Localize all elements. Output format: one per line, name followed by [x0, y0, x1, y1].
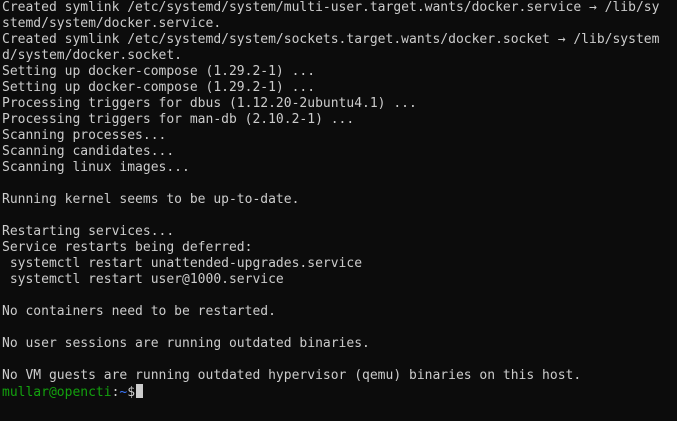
output-line: d/system/docker.socket.	[2, 48, 183, 63]
output-line: Scanning processes...	[2, 128, 167, 143]
output-line: No containers need to be restarted.	[2, 304, 276, 319]
output-line: Created symlink /etc/systemd/system/sock…	[2, 32, 660, 47]
output-line: systemctl restart unattended-upgrades.se…	[2, 256, 363, 271]
prompt-user-host: mullar@opencti	[2, 385, 112, 400]
output-line: Setting up docker-compose (1.29.2-1) ...	[2, 64, 316, 79]
output-line: No VM guests are running outdated hyperv…	[2, 368, 582, 383]
output-line: stemd/system/docker.service.	[2, 16, 222, 31]
terminal-output: Created symlink /etc/systemd/system/mult…	[2, 0, 677, 384]
output-line: Running kernel seems to be up-to-date.	[2, 192, 300, 207]
output-line: Scanning candidates...	[2, 144, 175, 159]
output-line: Created symlink /etc/systemd/system/mult…	[2, 0, 660, 15]
output-line: Processing triggers for dbus (1.12.20-2u…	[2, 96, 417, 111]
text-cursor	[136, 384, 144, 398]
terminal-window[interactable]: Created symlink /etc/systemd/system/mult…	[0, 0, 677, 421]
output-line: Service restarts being deferred:	[2, 240, 253, 255]
prompt-symbol: $	[127, 385, 136, 400]
output-line: Setting up docker-compose (1.29.2-1) ...	[2, 80, 316, 95]
command-prompt[interactable]: mullar@opencti:~$	[2, 384, 677, 400]
output-line: No user sessions are running outdated bi…	[2, 336, 370, 351]
output-line: Processing triggers for man-db (2.10.2-1…	[2, 112, 355, 127]
output-line: Scanning linux images...	[2, 160, 190, 175]
output-line: systemctl restart user@1000.service	[2, 272, 284, 287]
output-line: Restarting services...	[2, 224, 175, 239]
